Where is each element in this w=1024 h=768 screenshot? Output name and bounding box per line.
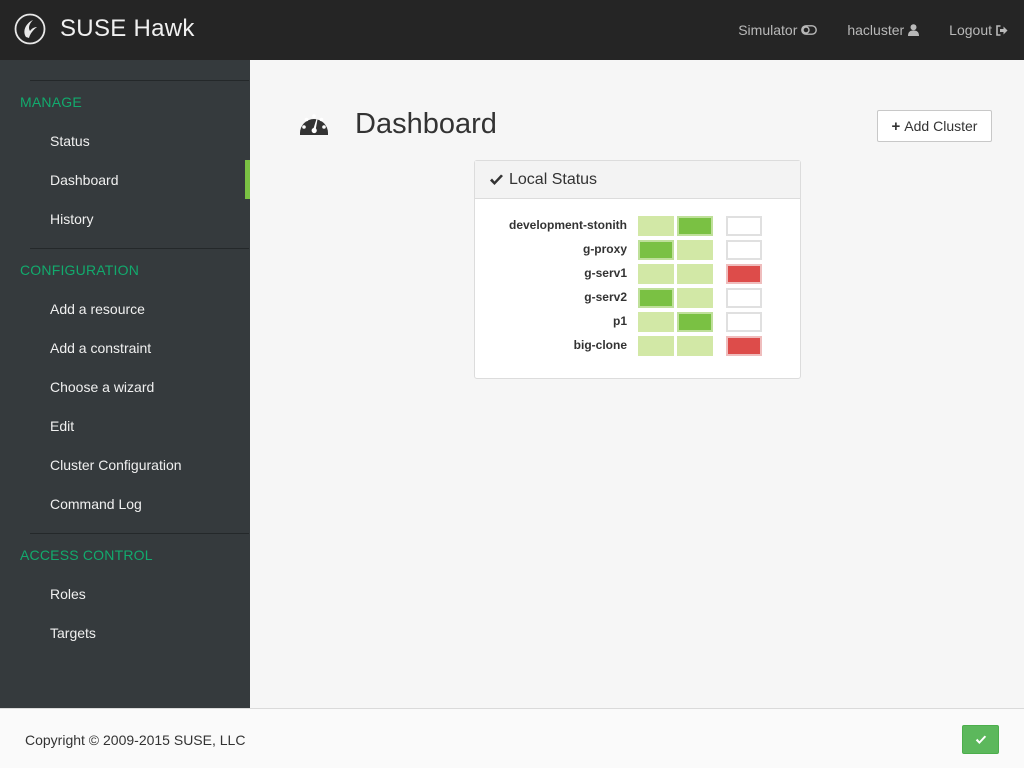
user-menu[interactable]: hacluster xyxy=(847,22,920,38)
ticket-status-cell[interactable] xyxy=(726,216,762,236)
simulator-link[interactable]: Simulator xyxy=(738,22,818,38)
ticket-status-cell[interactable] xyxy=(726,288,762,308)
status-row: p1 xyxy=(475,312,800,332)
status-row: big-clone xyxy=(475,336,800,356)
top-nav: Simulator hacluster Logout xyxy=(708,0,1008,60)
sidebar: MANAGE Status Dashboard History CONFIGUR… xyxy=(0,60,250,709)
sidebar-item-dashboard[interactable]: Dashboard xyxy=(50,172,119,188)
logout-label: Logout xyxy=(949,22,992,38)
resource-label: g-serv2 xyxy=(584,290,627,304)
add-cluster-label: Add Cluster xyxy=(904,118,978,134)
sidebar-item-add-resource[interactable]: Add a resource xyxy=(50,301,145,317)
node-status-cell[interactable] xyxy=(677,288,713,308)
sidebar-item-targets[interactable]: Targets xyxy=(50,625,96,641)
section-manage: MANAGE xyxy=(20,94,82,110)
add-cluster-button[interactable]: + Add Cluster xyxy=(877,110,992,142)
sidebar-item-edit[interactable]: Edit xyxy=(50,418,74,434)
node-status-cell[interactable] xyxy=(677,312,713,332)
logout-link[interactable]: Logout xyxy=(949,22,1008,38)
sidebar-item-command-log[interactable]: Command Log xyxy=(50,496,142,512)
sidebar-item-cluster-configuration[interactable]: Cluster Configuration xyxy=(50,457,182,473)
sidebar-item-status[interactable]: Status xyxy=(50,133,90,149)
status-row: development-stonith xyxy=(475,216,800,236)
status-row: g-serv2 xyxy=(475,288,800,308)
check-icon xyxy=(975,735,986,744)
resource-label: g-proxy xyxy=(582,242,627,256)
user-icon xyxy=(908,24,920,36)
node-status-cell[interactable] xyxy=(638,288,674,308)
resource-label: p1 xyxy=(612,314,627,328)
node-status-cell[interactable] xyxy=(677,336,713,356)
page-title: Dashboard xyxy=(355,108,497,140)
node-status-cell[interactable] xyxy=(638,216,674,236)
node-status-cell[interactable] xyxy=(677,264,713,284)
resource-label: development-stonith xyxy=(508,218,627,232)
simulator-label: Simulator xyxy=(738,22,798,38)
check-icon xyxy=(490,174,503,185)
panel-title: Local Status xyxy=(509,170,598,188)
sidebar-divider xyxy=(30,80,249,81)
sidebar-item-add-constraint[interactable]: Add a constraint xyxy=(50,340,151,356)
plus-icon: + xyxy=(891,117,901,135)
sidebar-divider xyxy=(30,248,249,249)
sidebar-item-history[interactable]: History xyxy=(50,211,94,227)
brand[interactable]: SUSE Hawk xyxy=(14,13,195,45)
sidebar-item-roles[interactable]: Roles xyxy=(50,586,86,602)
section-access-control: ACCESS CONTROL xyxy=(20,547,153,563)
sidebar-item-choose-wizard[interactable]: Choose a wizard xyxy=(50,379,154,395)
ticket-status-cell[interactable] xyxy=(726,336,762,356)
ticket-status-cell[interactable] xyxy=(726,312,762,332)
local-status-panel: Local Status development-stonith g-proxy… xyxy=(474,160,801,379)
copyright-text: Copyright © 2009-2015 SUSE, LLC xyxy=(25,732,246,748)
status-row: g-serv1 xyxy=(475,264,800,284)
panel-heading[interactable]: Local Status xyxy=(475,161,800,199)
status-ok-button[interactable] xyxy=(962,725,999,754)
section-configuration: CONFIGURATION xyxy=(20,262,140,278)
node-status-cell[interactable] xyxy=(638,312,674,332)
status-row: g-proxy xyxy=(475,240,800,260)
dashboard-icon xyxy=(300,113,328,135)
page-header: Dashboard xyxy=(299,108,497,141)
main-content: Dashboard + Add Cluster Local Status dev… xyxy=(250,60,1024,709)
resource-label: big-clone xyxy=(573,338,627,352)
node-status-cell[interactable] xyxy=(677,240,713,260)
sign-out-icon xyxy=(996,24,1008,36)
node-status-cell[interactable] xyxy=(638,240,674,260)
brand-name: SUSE Hawk xyxy=(60,15,195,42)
ticket-status-cell[interactable] xyxy=(726,264,762,284)
node-status-cell[interactable] xyxy=(677,216,713,236)
toggle-icon xyxy=(801,25,818,35)
hawk-logo-icon xyxy=(14,13,46,45)
username-label: hacluster xyxy=(847,22,905,38)
sidebar-divider xyxy=(30,533,249,534)
node-status-cell[interactable] xyxy=(638,264,674,284)
ticket-status-cell[interactable] xyxy=(726,240,762,260)
top-navbar: SUSE Hawk Simulator hacluster Logout xyxy=(0,0,1024,60)
node-status-cell[interactable] xyxy=(638,336,674,356)
footer: Copyright © 2009-2015 SUSE, LLC xyxy=(0,708,1024,768)
resource-label: g-serv1 xyxy=(584,266,627,280)
